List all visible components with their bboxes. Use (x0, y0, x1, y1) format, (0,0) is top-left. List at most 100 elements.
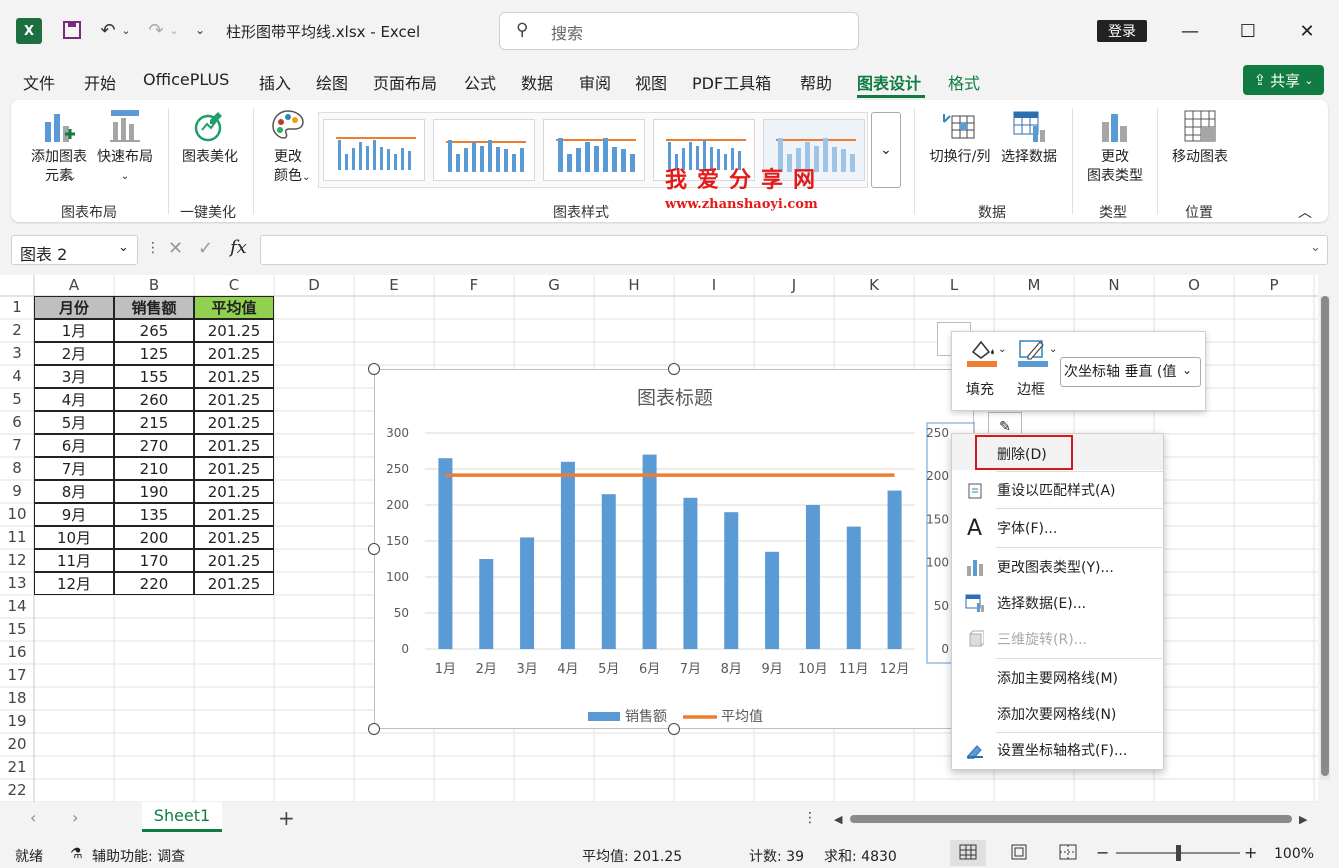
row-header[interactable]: 22 (0, 781, 34, 799)
table-cell[interactable]: 215 (114, 411, 194, 434)
move-chart-button[interactable]: 移动图表 (1166, 108, 1234, 167)
row-header[interactable]: 18 (0, 689, 34, 707)
row-header[interactable]: 9 (0, 482, 34, 500)
switch-row-column-button[interactable]: 切换行/列 (924, 108, 996, 167)
login-button[interactable]: 登录 (1097, 20, 1147, 42)
minimize-icon[interactable]: — (1175, 16, 1205, 46)
share-button[interactable]: ⇪ 共享 ⌄ (1243, 65, 1324, 95)
table-cell[interactable]: 200 (114, 526, 194, 549)
ctx-reset-style[interactable]: 重设以匹配样式(A) (952, 472, 1163, 508)
column-header[interactable]: A (34, 276, 114, 296)
undo-dropdown-icon[interactable]: ⌄ (118, 16, 134, 44)
ctx-select-data[interactable]: 选择数据(E)... (952, 585, 1163, 621)
chart-area[interactable]: 图表标题 0 50 100 150 200 250 300 1月 2月 3月 4月 5月 6月 7月 8月 9月… (374, 369, 976, 729)
table-cell[interactable]: 2月 (34, 342, 114, 365)
column-header[interactable]: B (114, 276, 194, 296)
menu-pdf-tools[interactable]: PDF工具箱 (692, 70, 771, 94)
add-sheet-icon[interactable]: + (278, 806, 295, 830)
table-cell[interactable]: 201.25 (194, 388, 274, 411)
menu-draw[interactable]: 绘图 (316, 70, 348, 94)
zoom-in-icon[interactable]: + (1244, 843, 1257, 862)
menu-view[interactable]: 视图 (635, 70, 667, 94)
table-cell[interactable]: 265 (114, 319, 194, 342)
row-header[interactable]: 12 (0, 551, 34, 569)
table-cell[interactable]: 12月 (34, 572, 114, 595)
table-cell[interactable]: 125 (114, 342, 194, 365)
row-header[interactable]: 2 (0, 321, 34, 339)
table-cell[interactable]: 201.25 (194, 365, 274, 388)
table-cell[interactable]: 201.25 (194, 319, 274, 342)
chevron-down-icon[interactable]: ⌄ (1180, 363, 1195, 377)
column-header[interactable]: F (434, 276, 514, 296)
menu-insert[interactable]: 插入 (259, 70, 291, 94)
prev-sheet-icon[interactable]: ‹ (30, 808, 36, 827)
zoom-level[interactable]: 100% (1274, 846, 1314, 862)
column-header[interactable]: L (914, 276, 994, 296)
row-header[interactable]: 5 (0, 390, 34, 408)
table-cell[interactable]: 6月 (34, 434, 114, 457)
border-button[interactable] (1016, 338, 1050, 368)
menu-review[interactable]: 审阅 (579, 70, 611, 94)
resize-handle-top-left[interactable] (368, 363, 380, 375)
row-header[interactable]: 21 (0, 758, 34, 776)
row-header[interactable]: 16 (0, 643, 34, 661)
column-header[interactable]: I (674, 276, 754, 296)
next-sheet-icon[interactable]: › (72, 808, 78, 827)
chart-style-2[interactable] (433, 119, 535, 181)
table-cell[interactable]: 190 (114, 480, 194, 503)
row-header[interactable]: 6 (0, 413, 34, 431)
page-break-icon[interactable] (1059, 844, 1077, 864)
table-cell[interactable]: 201.25 (194, 411, 274, 434)
menu-file[interactable]: 文件 (23, 70, 55, 94)
table-cell[interactable]: 201.25 (194, 503, 274, 526)
row-header[interactable]: 1 (0, 298, 34, 316)
resize-handle-left[interactable] (368, 543, 380, 555)
column-header[interactable]: H (594, 276, 674, 296)
table-cell[interactable]: 4月 (34, 388, 114, 411)
menu-officeplus[interactable]: OfficePLUS (143, 70, 229, 89)
insert-function-icon[interactable]: fx (230, 237, 247, 258)
row-header[interactable]: 17 (0, 666, 34, 684)
column-header[interactable]: P (1234, 276, 1314, 296)
table-cell[interactable]: 201.25 (194, 457, 274, 480)
accessibility-icon[interactable]: ⚗ (70, 846, 83, 862)
row-header[interactable]: 3 (0, 344, 34, 362)
table-cell[interactable]: 201.25 (194, 434, 274, 457)
maximize-icon[interactable]: ☐ (1233, 16, 1263, 46)
chevron-down-icon[interactable]: ⌄ (1049, 344, 1057, 355)
chart-style-1[interactable] (323, 119, 425, 181)
table-cell[interactable]: 201.25 (194, 342, 274, 365)
gallery-more-button[interactable]: ⌄ (871, 112, 901, 188)
resize-handle-bottom[interactable] (668, 723, 680, 735)
row-header[interactable]: 10 (0, 505, 34, 523)
status-accessibility[interactable]: 辅助功能: 调查 (92, 846, 185, 866)
customize-qat-icon[interactable]: ⌄ (190, 16, 210, 44)
cancel-formula-icon[interactable]: ✕ (168, 238, 183, 259)
column-header[interactable]: E (354, 276, 434, 296)
table-cell[interactable]: 220 (114, 572, 194, 595)
chevron-down-icon[interactable]: ⌄ (118, 240, 129, 255)
add-chart-element-button[interactable]: 添加图表 元素 (25, 108, 93, 186)
table-cell[interactable]: 3月 (34, 365, 114, 388)
redo-dropdown-icon[interactable]: ⌄ (166, 16, 182, 44)
close-icon[interactable]: ✕ (1292, 16, 1322, 46)
table-cell[interactable]: 10月 (34, 526, 114, 549)
table-cell[interactable]: 1月 (34, 319, 114, 342)
table-cell[interactable]: 9月 (34, 503, 114, 526)
table-cell[interactable]: 135 (114, 503, 194, 526)
ctx-format-axis[interactable]: 设置坐标轴格式(F)... (952, 732, 1163, 768)
more-options-icon[interactable]: ⋮ (146, 240, 160, 256)
table-cell[interactable]: 201.25 (194, 480, 274, 503)
row-header[interactable]: 13 (0, 574, 34, 592)
resize-handle-bottom-left[interactable] (368, 723, 380, 735)
menu-chart-design[interactable]: 图表设计 (857, 70, 921, 94)
quick-layout-button[interactable]: 快速布局 ⌄ (93, 108, 157, 186)
page-layout-icon[interactable] (1010, 844, 1028, 864)
row-header[interactable]: 11 (0, 528, 34, 546)
table-cell[interactable]: 201.25 (194, 572, 274, 595)
ctx-add-minor-gridlines[interactable]: 添加次要网格线(N) (952, 696, 1163, 732)
table-cell[interactable]: 201.25 (194, 526, 274, 549)
change-chart-type-button[interactable]: 更改 图表类型 (1080, 108, 1150, 186)
chart-beautify-button[interactable]: 图表美化 (178, 108, 242, 167)
collapse-ribbon-icon[interactable]: ︿ (1298, 202, 1312, 222)
